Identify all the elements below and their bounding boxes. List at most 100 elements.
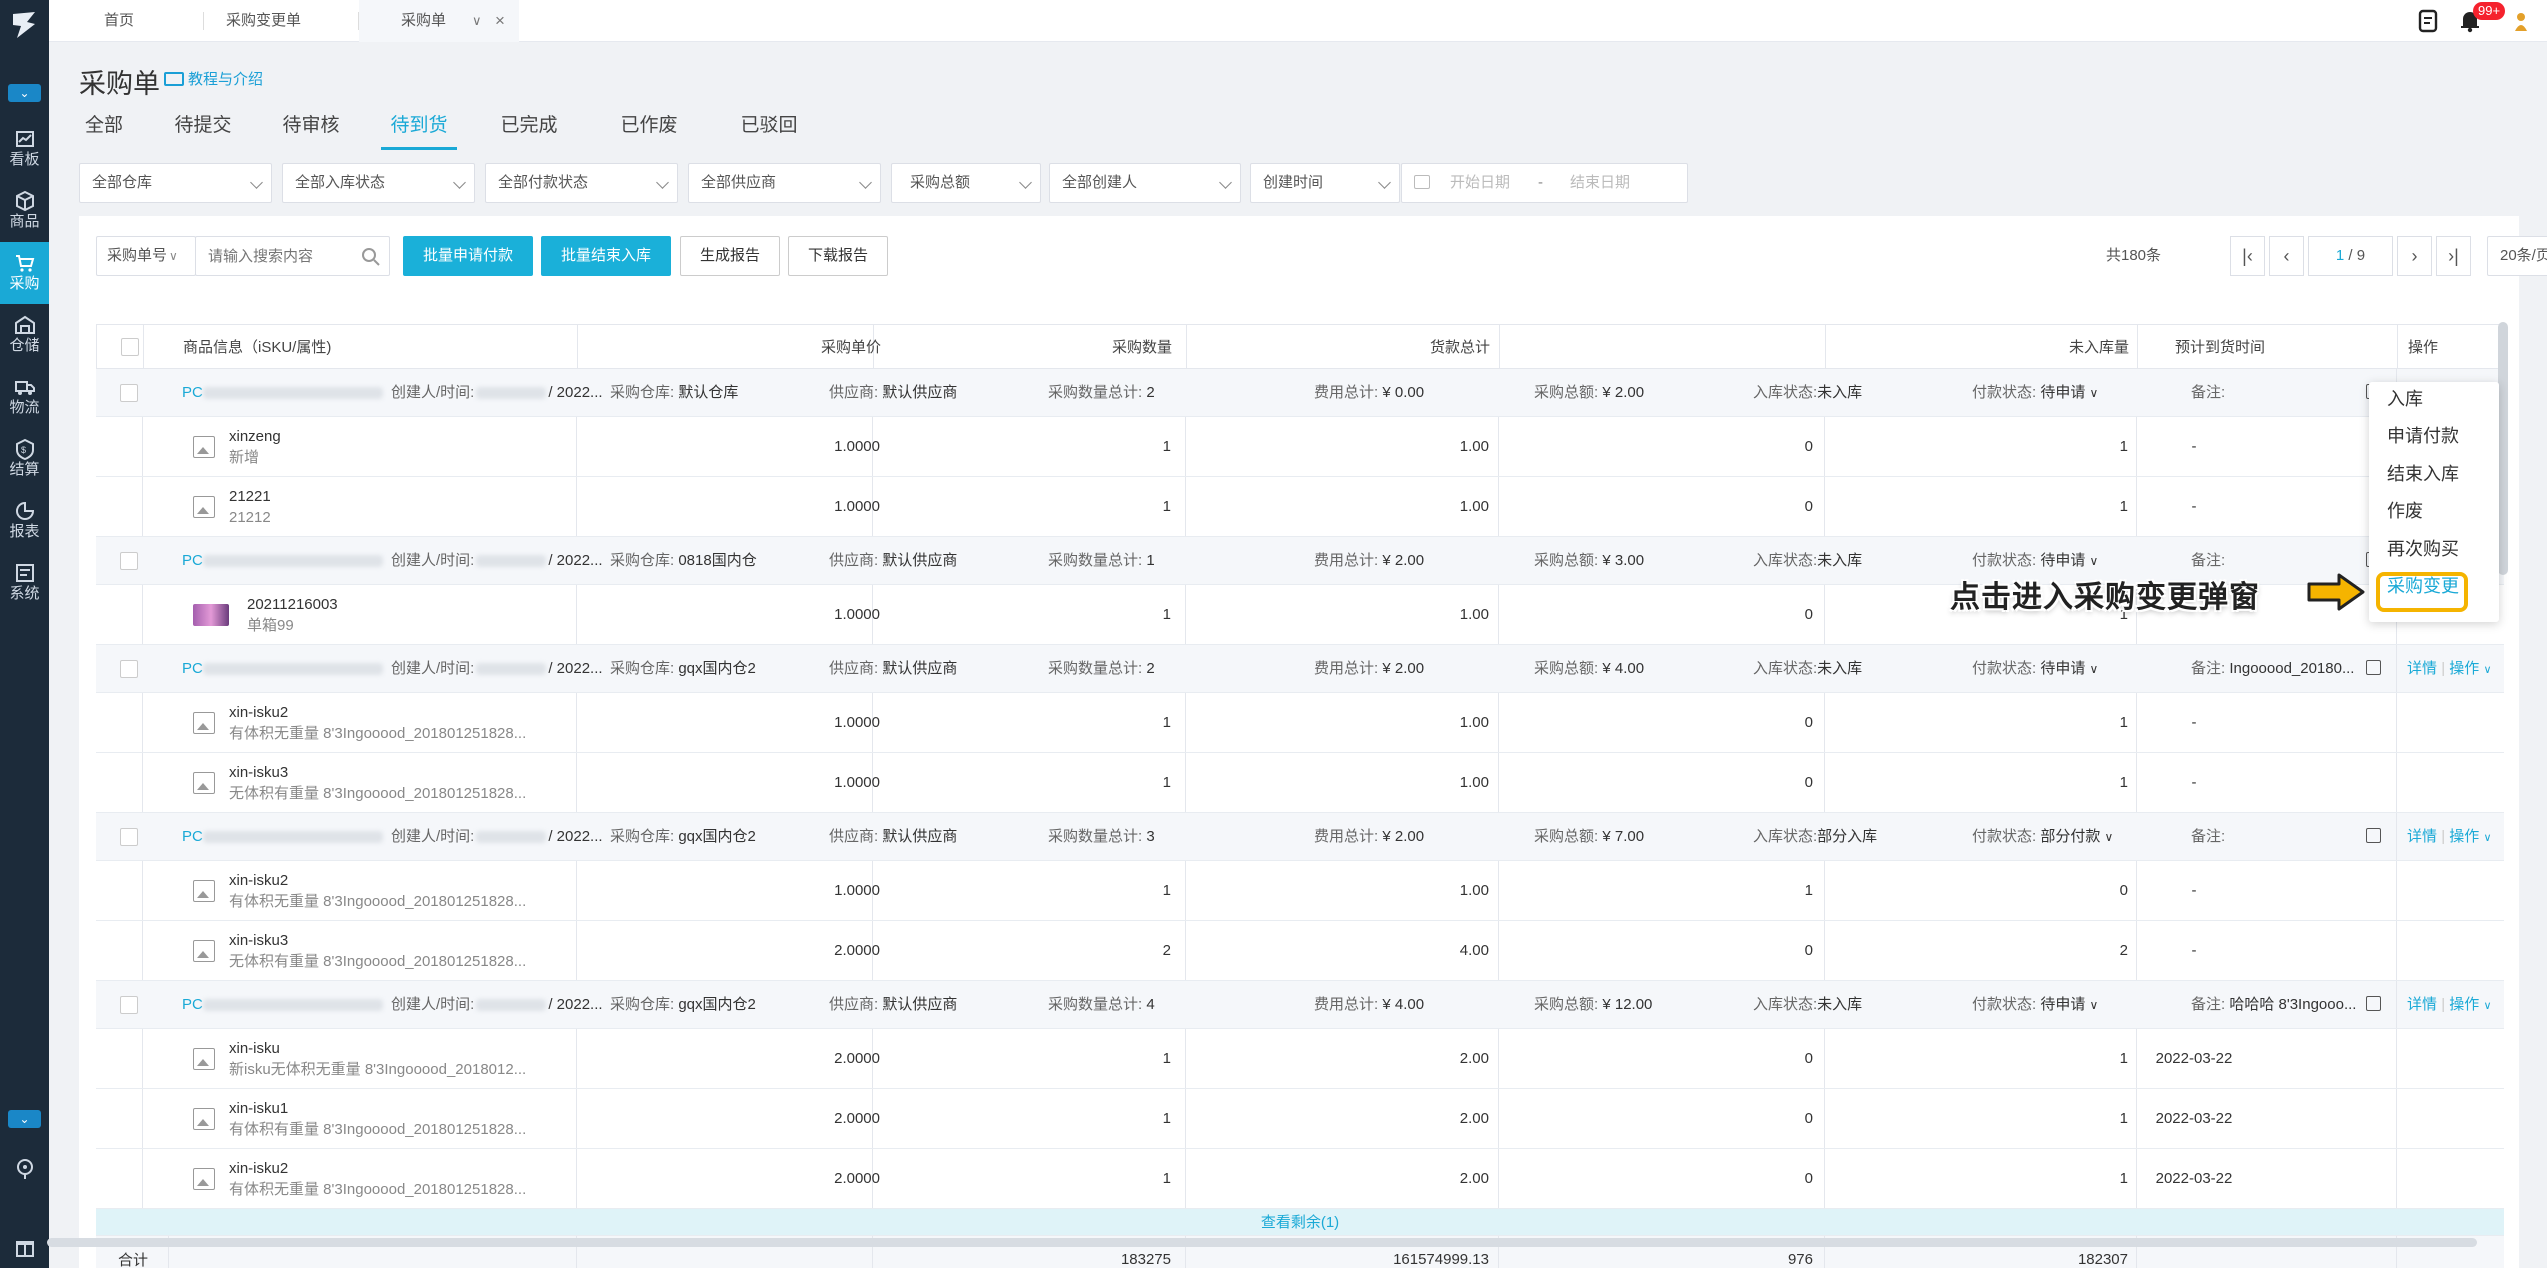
dropdown-item-0[interactable]: 入库 — [2387, 385, 2423, 411]
payment-status-dropdown[interactable]: 待申请 ∨ — [2040, 660, 2098, 677]
status-tab-2[interactable]: 待审核 — [273, 112, 349, 150]
prev-page-button[interactable]: ‹ — [2269, 236, 2304, 276]
search-icon[interactable] — [361, 247, 381, 267]
payment-status-dropdown[interactable]: 待申请 ∨ — [2040, 552, 2098, 569]
row-checkbox[interactable] — [120, 827, 138, 846]
collapse-menu-button[interactable]: ⌄ — [8, 84, 41, 102]
creator-select[interactable]: 全部创建人 — [1049, 163, 1241, 203]
date-separator: - — [1538, 174, 1543, 191]
tab-purchase-change[interactable]: 采购变更单 — [204, 0, 359, 42]
payment-status-select[interactable]: 全部付款状态 — [485, 163, 678, 203]
status-tab-4[interactable]: 已完成 — [491, 112, 567, 150]
select-all-checkbox[interactable] — [121, 337, 139, 356]
show-more-link[interactable]: 查看剩余(1) — [96, 1209, 2504, 1236]
payment-status-dropdown[interactable]: 部分付款 ∨ — [2040, 828, 2113, 845]
detail-link[interactable]: 详情 — [2407, 660, 2437, 677]
next-page-button[interactable]: › — [2397, 236, 2432, 276]
operations-menu-link[interactable]: 操作 ∨ — [2449, 996, 2491, 1013]
operations-menu-link[interactable]: 操作 ∨ — [2449, 660, 2491, 677]
sidebar-item-cart[interactable]: 采购 — [0, 242, 49, 304]
status-tab-3[interactable]: 待到货 — [381, 112, 457, 150]
status-tab-0[interactable]: 全部 — [75, 112, 133, 150]
page-size-select[interactable]: 20条/页 — [2487, 236, 2547, 276]
warehouse-select[interactable]: 全部仓库 — [79, 163, 272, 203]
horizontal-scrollbar[interactable] — [47, 1238, 2477, 1247]
generate-report-button[interactable]: 生成报告 — [680, 236, 780, 276]
sidebar-item-truck[interactable]: 物流 — [0, 366, 49, 428]
payment-status-dropdown[interactable]: 待申请 ∨ — [2040, 384, 2098, 401]
po-number-link[interactable]: PC — [182, 828, 383, 845]
inbound-qty: 0 — [1804, 942, 1813, 959]
edit-icon[interactable] — [2366, 660, 2381, 675]
chevron-down-icon[interactable]: ∨ — [472, 0, 482, 42]
po-number-link[interactable]: PC — [182, 660, 383, 677]
batch-finish-inbound-button[interactable]: 批量结束入库 — [541, 236, 671, 276]
download-report-button[interactable]: 下载报告 — [788, 236, 888, 276]
dropdown-item-2[interactable]: 结束入库 — [2387, 460, 2459, 486]
purchase-total-value: ¥ 4.00 — [1602, 660, 1645, 677]
dropdown-item-1[interactable]: 申请付款 — [2387, 422, 2459, 448]
edit-icon[interactable] — [2366, 828, 2381, 843]
row-checkbox[interactable] — [120, 659, 138, 678]
supplier-select[interactable]: 全部供应商 — [688, 163, 881, 203]
gift-icon[interactable] — [14, 1236, 36, 1258]
pin-icon[interactable] — [14, 1158, 36, 1180]
create-time-select[interactable]: 创建时间 — [1250, 163, 1400, 203]
start-date-input[interactable]: 开始日期 — [1450, 164, 1510, 202]
last-page-button[interactable]: ›| — [2436, 236, 2471, 276]
sidebar-item-chart[interactable]: 报表 — [0, 490, 49, 552]
row-checkbox[interactable] — [120, 995, 138, 1014]
remark-label: 备注: — [2191, 996, 2226, 1013]
operations-menu-link[interactable]: 操作 ∨ — [2449, 828, 2491, 845]
edit-icon[interactable] — [2366, 996, 2381, 1011]
product-sku: xin-isku2 — [229, 871, 289, 889]
product-thumbnail — [193, 603, 229, 626]
goods-amount: 1.00 — [1459, 498, 1489, 515]
po-number-link[interactable]: PC — [182, 996, 383, 1013]
total-amount-select[interactable]: 采购总额 — [891, 163, 1041, 203]
payment-status-dropdown[interactable]: 待申请 ∨ — [2040, 996, 2098, 1013]
page-current-input[interactable]: 1 — [2336, 247, 2344, 264]
dropdown-item-4[interactable]: 再次购买 — [2387, 535, 2459, 561]
status-tab-5[interactable]: 已作废 — [611, 112, 687, 150]
sidebar-item-warehouse[interactable]: 仓储 — [0, 304, 49, 366]
avatar[interactable] — [2511, 11, 2531, 33]
detail-link[interactable]: 详情 — [2407, 996, 2437, 1013]
end-date-input[interactable]: 结束日期 — [1570, 164, 1630, 202]
batch-apply-payment-button[interactable]: 批量申请付款 — [403, 236, 533, 276]
purchase-qty: 1 — [1162, 774, 1171, 791]
expand-menu-button[interactable]: ⌄ — [8, 1110, 41, 1128]
book-icon — [164, 72, 184, 86]
chevron-down-icon — [1378, 176, 1391, 189]
row-checkbox[interactable] — [120, 551, 138, 570]
tab-purchase-order[interactable]: 采购单 ∨ × — [359, 0, 519, 42]
status-tab-1[interactable]: 待提交 — [165, 112, 241, 150]
vertical-scrollbar[interactable] — [2498, 322, 2508, 575]
detail-link[interactable]: 详情 — [2407, 828, 2437, 845]
sidebar-item-dashboard[interactable]: 看板 — [0, 118, 49, 180]
unit-price: 1.0000 — [834, 774, 880, 791]
sidebar-item-system[interactable]: 系统 — [0, 552, 49, 614]
inbound-status-select[interactable]: 全部入库状态 — [282, 163, 475, 203]
search-input[interactable] — [208, 237, 358, 275]
inbound-qty: 0 — [1804, 774, 1813, 791]
order-group-row: PC 创建人/时间: / 2022... 采购仓库: gqx国内仓2 供应商: 默认供应… — [96, 813, 2504, 861]
tutorial-link[interactable]: 教程与介绍 — [164, 68, 263, 89]
row-checkbox[interactable] — [120, 383, 138, 402]
sidebar-item-settlement[interactable]: $ 结算 — [0, 428, 49, 490]
inbound-label: 入库状态: — [1753, 996, 1818, 1013]
close-icon[interactable]: × — [495, 0, 505, 42]
search-field-select[interactable]: 采购单号 ∨ — [96, 236, 196, 276]
status-tab-6[interactable]: 已驳回 — [731, 112, 807, 150]
tab-home[interactable]: 首页 — [49, 0, 204, 42]
po-number-link[interactable]: PC — [182, 552, 383, 569]
notes-icon[interactable] — [2417, 9, 2439, 33]
dropdown-item-3[interactable]: 作废 — [2387, 497, 2423, 523]
first-page-button[interactable]: |‹ — [2230, 236, 2265, 276]
eta-date: - — [2191, 882, 2197, 899]
notification-badge: 99+ — [2473, 2, 2506, 20]
sidebar-item-cube[interactable]: 商品 — [0, 180, 49, 242]
po-number-link[interactable]: PC — [182, 384, 383, 401]
fee-total-value: ¥ 2.00 — [1382, 660, 1425, 677]
date-range-picker[interactable]: 开始日期 - 结束日期 — [1401, 163, 1688, 203]
